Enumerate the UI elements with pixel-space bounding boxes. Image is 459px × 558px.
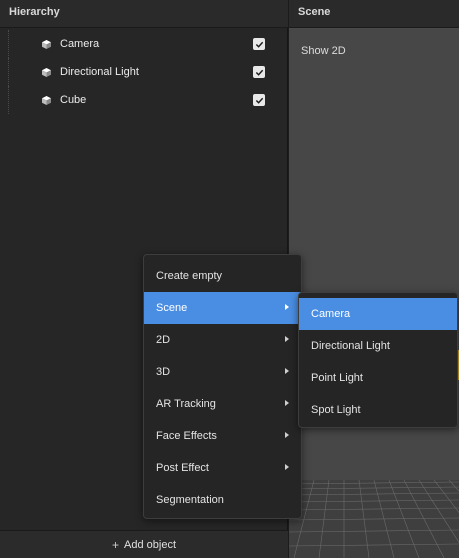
menu-item-label: Scene	[156, 302, 188, 314]
menu-item-label: Post Effect	[156, 462, 209, 474]
hierarchy-item-cube[interactable]: Cube	[8, 86, 270, 114]
tree-guide	[8, 86, 34, 114]
submenu-arrow-icon	[285, 336, 289, 342]
check-icon	[255, 41, 263, 48]
add-object-label: Add object	[124, 538, 176, 551]
menu-item-label: AR Tracking	[156, 398, 216, 410]
menu-item-label: 3D	[156, 366, 171, 378]
menu-item-post-effect[interactable]: Post Effect	[144, 452, 301, 484]
visibility-checkbox[interactable]	[253, 66, 265, 78]
submenu-arrow-icon	[285, 368, 289, 374]
menu-item-scene[interactable]: Scene	[144, 292, 301, 324]
menu-item-label: Face Effects	[156, 430, 217, 442]
cube-icon	[42, 40, 51, 49]
scene-title: Scene	[289, 0, 459, 28]
submenu-item-label: Directional Light	[311, 340, 390, 352]
hierarchy-item-label: Directional Light	[60, 66, 139, 78]
menu-item-2d[interactable]: 2D	[144, 324, 301, 356]
menu-item-segmentation[interactable]: Segmentation	[144, 484, 301, 516]
hierarchy-item-label: Camera	[60, 38, 100, 50]
submenu-item-spot-light[interactable]: Spot Light	[299, 394, 457, 426]
hierarchy-item-directional-light[interactable]: Directional Light	[8, 58, 270, 86]
submenu-item-label: Camera	[311, 308, 351, 320]
add-object-menu: Create empty Scene 2D 3D AR Tracking Fac…	[143, 254, 302, 519]
cube-icon	[42, 96, 51, 105]
check-icon	[255, 97, 263, 104]
tree-guide	[8, 58, 34, 86]
plus-icon: +	[112, 537, 120, 552]
submenu-arrow-icon	[285, 432, 289, 438]
show-2d-toggle[interactable]: Show 2D	[301, 45, 346, 57]
add-object-button[interactable]: + Add object	[0, 530, 288, 558]
menu-item-3d[interactable]: 3D	[144, 356, 301, 388]
menu-item-ar-tracking[interactable]: AR Tracking	[144, 388, 301, 420]
visibility-checkbox[interactable]	[253, 94, 265, 106]
submenu-arrow-icon	[285, 304, 289, 310]
menu-item-label: Create empty	[156, 270, 223, 282]
submenu-item-camera[interactable]: Camera	[299, 298, 457, 330]
submenu-arrow-icon	[285, 400, 289, 406]
submenu-item-directional-light[interactable]: Directional Light	[299, 330, 457, 362]
submenu-arrow-icon	[285, 464, 289, 470]
scene-panel: Scene Show 2D	[289, 0, 459, 558]
submenu-item-label: Spot Light	[311, 404, 361, 416]
menu-item-create-empty[interactable]: Create empty	[144, 260, 301, 292]
menu-item-face-effects[interactable]: Face Effects	[144, 420, 301, 452]
menu-item-label: Segmentation	[156, 494, 224, 506]
submenu-item-label: Point Light	[311, 372, 363, 384]
hierarchy-item-camera[interactable]: Camera	[8, 30, 270, 58]
cube-icon	[42, 68, 51, 77]
hierarchy-title: Hierarchy	[0, 0, 288, 28]
check-icon	[255, 69, 263, 76]
menu-item-label: 2D	[156, 334, 171, 346]
tree-guide	[8, 30, 34, 58]
scene-submenu: Camera Directional Light Point Light Spo…	[298, 292, 458, 428]
grid-floor	[289, 480, 459, 558]
submenu-item-point-light[interactable]: Point Light	[299, 362, 457, 394]
hierarchy-item-label: Cube	[60, 94, 87, 106]
visibility-checkbox[interactable]	[253, 38, 265, 50]
